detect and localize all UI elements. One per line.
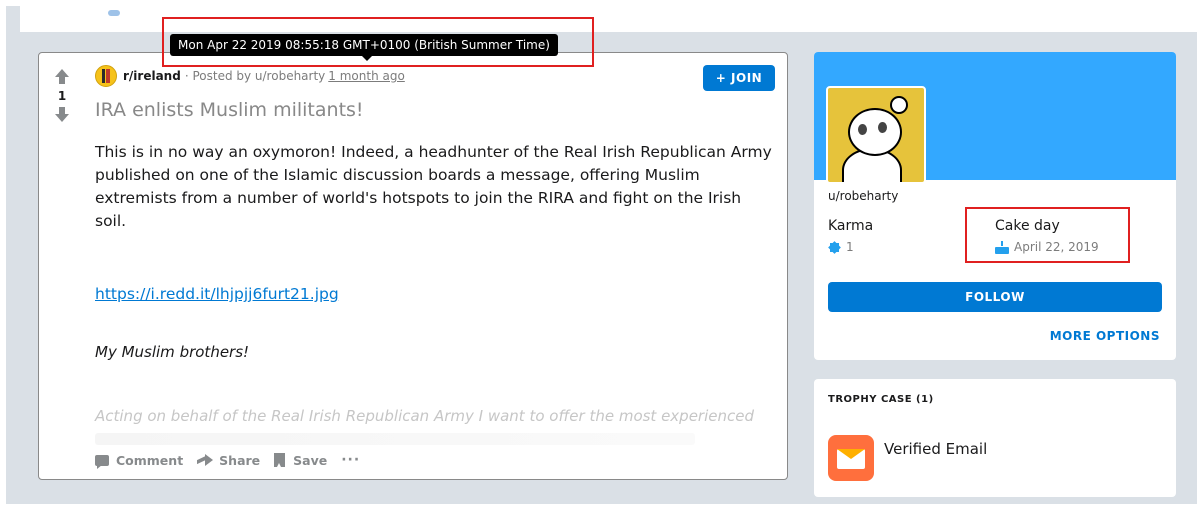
envelope-icon <box>837 449 865 469</box>
more-options-button[interactable]: MORE OPTIONS <box>1050 329 1160 343</box>
verified-email-trophy-icon <box>828 435 874 481</box>
top-header-strip <box>20 6 1197 32</box>
cake-day-value: April 22, 2019 <box>1014 240 1099 254</box>
share-icon <box>197 454 214 466</box>
trophy-case-card: TROPHY CASE (1) Verified Email <box>814 379 1176 497</box>
comment-label: Comment <box>116 452 184 468</box>
upvote-arrow-icon[interactable] <box>54 69 70 85</box>
vote-column: 1 <box>39 53 85 479</box>
post-body: This is in no way an oxymoron! Indeed, a… <box>95 143 772 230</box>
trophy-case-heading: TROPHY CASE (1) <box>828 394 934 405</box>
trophy-name: Verified Email <box>884 440 988 458</box>
post-time-link[interactable]: 1 month ago <box>328 69 405 83</box>
karma-icon <box>828 241 841 254</box>
cake-icon <box>995 240 1009 254</box>
profile-username[interactable]: u/robeharty <box>828 189 898 203</box>
comment-icon <box>95 454 109 469</box>
save-label: Save <box>293 452 328 468</box>
header-icon <box>108 10 120 16</box>
post-card: 1 r/ireland · Posted by u/robeharty 1 mo… <box>38 52 788 480</box>
post-fade-overlay <box>95 433 695 445</box>
share-button[interactable]: Share <box>197 453 260 468</box>
post-actions: Comment Share Save ··· <box>95 449 374 471</box>
image-link[interactable]: https://i.redd.it/lhjpjj6furt21.jpg <box>95 285 339 303</box>
karma-label: Karma <box>828 218 874 234</box>
more-options-icon[interactable]: ··· <box>341 452 360 468</box>
subreddit-icon[interactable] <box>95 65 117 87</box>
karma-value-row: 1 <box>828 240 854 254</box>
save-icon <box>274 453 286 467</box>
posted-by[interactable]: · Posted by u/robeharty <box>185 69 325 83</box>
post-title[interactable]: IRA enlists Muslim militants! <box>95 99 364 121</box>
downvote-arrow-icon[interactable] <box>54 107 70 123</box>
follow-button[interactable]: FOLLOW <box>828 282 1162 312</box>
vote-count: 1 <box>57 89 67 103</box>
cake-day-row: April 22, 2019 <box>995 240 1099 254</box>
subreddit-link[interactable]: r/ireland <box>123 69 181 83</box>
save-button[interactable]: Save <box>274 453 327 468</box>
post-italic-line: My Muslim brothers! <box>95 343 250 361</box>
snoo-eye <box>878 122 887 133</box>
karma-value: 1 <box>846 240 854 254</box>
post-faded-line: Acting on behalf of the Real Irish Repub… <box>95 407 755 425</box>
share-label: Share <box>219 452 261 468</box>
post-meta: r/ireland · Posted by u/robeharty 1 mont… <box>95 65 405 87</box>
timestamp-tooltip: Mon Apr 22 2019 08:55:18 GMT+0100 (Briti… <box>170 34 558 61</box>
snoo-eye <box>858 124 867 135</box>
cake-day-label: Cake day <box>995 218 1060 234</box>
avatar[interactable] <box>826 86 926 184</box>
snoo-head <box>848 108 902 156</box>
join-button[interactable]: + JOIN <box>703 65 775 91</box>
comment-button[interactable]: Comment <box>95 452 184 469</box>
snoo-antenna <box>890 96 908 114</box>
profile-card: u/robeharty Karma 1 Cake day April 22, 2… <box>814 52 1176 360</box>
